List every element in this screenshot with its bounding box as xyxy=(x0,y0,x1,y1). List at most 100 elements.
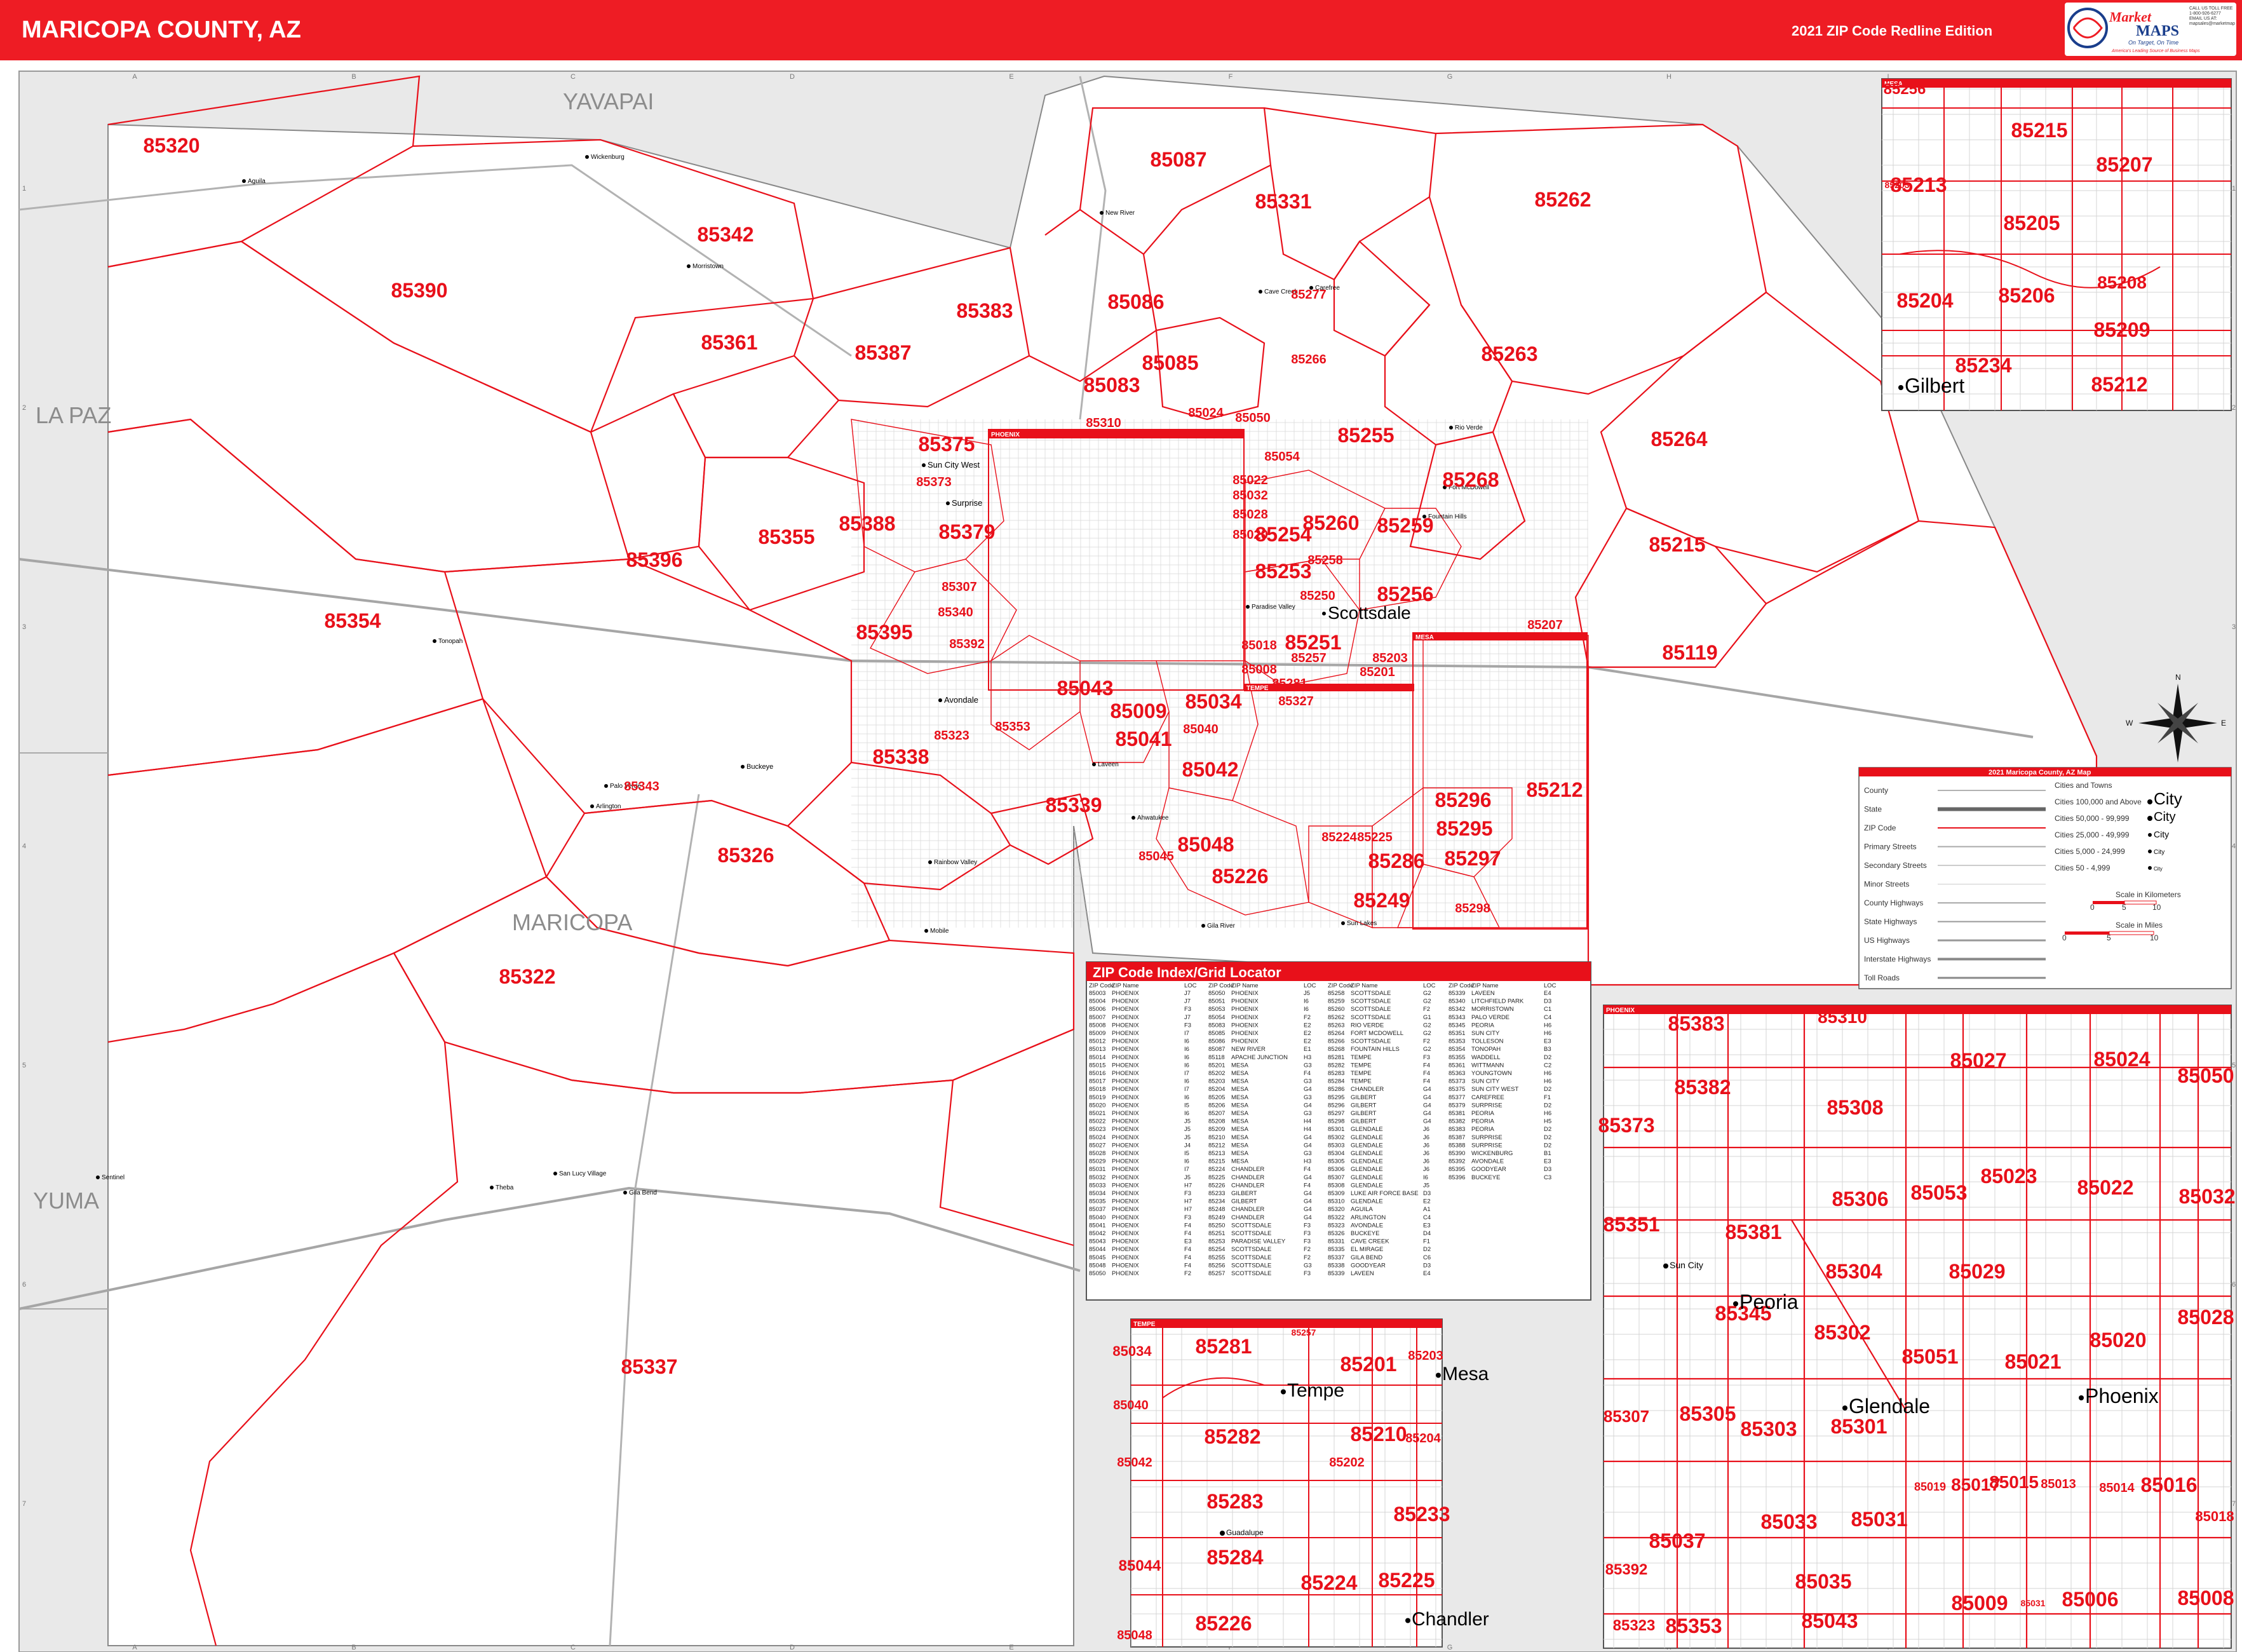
zip-index-name: CHANDLER xyxy=(1231,1174,1264,1181)
inset-zip-label: 85282 xyxy=(1205,1425,1261,1448)
zip-index-loc: F2 xyxy=(1184,1270,1191,1277)
inset-zip-label: 85027 xyxy=(1950,1049,2007,1072)
zip-index-loc: E4 xyxy=(1423,1270,1431,1277)
inset-zip-label: 85215 xyxy=(2011,119,2068,142)
zip-index-name: CHANDLER xyxy=(1351,1086,1384,1093)
zip-index-name: PHOENIX xyxy=(1231,1030,1259,1037)
grid-column-label: B xyxy=(351,73,356,81)
inset-zip-label: 85032 xyxy=(2179,1185,2236,1208)
zip-index-name: GLENDALE xyxy=(1351,1158,1383,1165)
zip-index-code: 85022 xyxy=(1089,1118,1105,1125)
zip-index-loc: J6 xyxy=(1423,1166,1429,1173)
inset-zip-label: 85353 xyxy=(1666,1615,1722,1637)
city-label: Gila River xyxy=(1207,923,1236,930)
zip-label: 85119 xyxy=(1662,641,1717,664)
zip-index-name: YOUNGTOWN xyxy=(1471,1070,1512,1077)
zip-index-loc: F3 xyxy=(1304,1230,1311,1237)
zip-index-header: ZIP Code xyxy=(1328,982,1353,989)
zip-index-code: 85034 xyxy=(1089,1190,1105,1197)
zip-label: 85396 xyxy=(626,548,683,571)
zip-index-loc: F3 xyxy=(1184,1022,1191,1029)
zip-index-name: GOODYEAR xyxy=(1471,1166,1506,1173)
city-label: Tonopah xyxy=(438,638,463,645)
zip-index-code: 85343 xyxy=(1449,1014,1465,1021)
zip-index-loc: D3 xyxy=(1544,1166,1551,1173)
zip-label-small: 85032 xyxy=(1232,489,1268,503)
city-dot-icon xyxy=(1220,1531,1225,1536)
zip-index-name: GILBERT xyxy=(1351,1102,1377,1109)
zip-index-loc: H4 xyxy=(1304,1126,1311,1133)
zip-index-name: AVONDALE xyxy=(1471,1158,1504,1165)
zip-index-code: 85351 xyxy=(1449,1030,1465,1037)
legend-item-label: State xyxy=(1864,805,1882,814)
inset-zip-label: 85210 xyxy=(1351,1423,1407,1446)
zip-index-loc: I6 xyxy=(1184,1062,1189,1069)
inset-phoenix[interactable]: PHOENIX 85310 85383 85027 85024 85050 85382 85… xyxy=(1598,1005,2236,1649)
svg-text:5: 5 xyxy=(2107,933,2111,942)
zip-label-small: 85258 xyxy=(1307,553,1343,567)
zip-index-name: FORT MCDOWELL xyxy=(1351,1030,1403,1037)
zip-index-loc: E2 xyxy=(1304,1022,1311,1029)
zip-index-name: PHOENIX xyxy=(1112,1110,1139,1117)
zip-index-loc: I6 xyxy=(1184,1046,1189,1053)
city-dot-icon xyxy=(2147,816,2152,821)
inset-phoenix-title: PHOENIX xyxy=(1606,1007,1635,1014)
zip-index-code: 85262 xyxy=(1328,1014,1344,1021)
inset-zip-label: 85031 xyxy=(2021,1598,2046,1608)
zip-label: 85268 xyxy=(1443,468,1499,491)
city-dot-icon xyxy=(1259,290,1262,294)
zip-index-loc: J7 xyxy=(1184,1014,1191,1021)
city-label: Rio Verde xyxy=(1455,424,1483,431)
grid-row-label: 3 xyxy=(22,623,26,631)
zip-index-loc: F2 xyxy=(1304,1014,1311,1021)
zip-label: 85034 xyxy=(1185,690,1242,713)
zip-index-code: 85320 xyxy=(1328,1206,1344,1213)
inset-city-label: Guadalupe xyxy=(1226,1528,1264,1537)
zip-index-loc: F3 xyxy=(1304,1270,1311,1277)
map-canvas[interactable]: PHOENIX TEMPE MESA AABBCCDDEEFFGGHHII112… xyxy=(0,0,2242,1652)
zip-label-small: 85201 xyxy=(1360,665,1395,679)
grid-row-label: 2 xyxy=(22,404,26,412)
zip-index-loc: H6 xyxy=(1544,1030,1551,1037)
zip-index-code: 85296 xyxy=(1328,1102,1344,1109)
inset-zip-label: 85373 xyxy=(1598,1114,1655,1137)
zip-label: 85262 xyxy=(1535,188,1591,211)
zip-index-code: 85054 xyxy=(1208,1014,1225,1021)
zip-index-header: ZIP Code xyxy=(1449,982,1474,989)
zip-index-name: AVONDALE xyxy=(1351,1222,1383,1229)
zip-index-loc: D2 xyxy=(1544,1102,1551,1109)
zip-label-small: 85020 xyxy=(1232,528,1268,542)
zip-index-loc: A1 xyxy=(1423,1206,1431,1213)
compass-e: E xyxy=(2221,719,2226,728)
zip-index-name: PALO VERDE xyxy=(1471,1014,1509,1021)
inset-zip-label: 85048 xyxy=(1117,1628,1152,1642)
zip-index-loc: E4 xyxy=(1544,990,1551,997)
zip-index-code: 85256 xyxy=(1208,1262,1225,1269)
zip-index-name: PEORIA xyxy=(1471,1118,1495,1125)
zip-index-loc: G1 xyxy=(1423,1014,1431,1021)
zip-index-loc: D3 xyxy=(1423,1190,1431,1197)
city-label: Paradise Valley xyxy=(1252,604,1295,611)
zip-label: 85326 xyxy=(718,844,774,867)
zip-index-name: PHOENIX xyxy=(1231,1022,1259,1029)
zip-index-name: PHOENIX xyxy=(1112,1182,1139,1189)
inset-gilbert[interactable]: MESA 8521585207852138520585204 8520685208… xyxy=(1881,78,2232,411)
zip-index-name: CHANDLER xyxy=(1231,1182,1264,1189)
zip-index-name: PHOENIX xyxy=(1112,1126,1139,1133)
inset-tempe[interactable]: TEMPE 85034 85281 85201 85203 85040 85282 8521… xyxy=(1112,1318,1489,1648)
city-dot-icon xyxy=(1436,1372,1441,1378)
zip-label: 85087 xyxy=(1151,148,1207,171)
zip-index-code: 85050 xyxy=(1089,1270,1105,1277)
zip-index-loc: F4 xyxy=(1304,1166,1311,1173)
zip-index-loc: F2 xyxy=(1423,1006,1430,1013)
zip-index-loc: H6 xyxy=(1544,1110,1551,1117)
zip-index-code: 85387 xyxy=(1449,1134,1465,1141)
zip-index-code: 85087 xyxy=(1208,1046,1225,1053)
zip-index-name: PHOENIX xyxy=(1231,1006,1259,1013)
zip-index-name: BUCKEYE xyxy=(1351,1230,1379,1237)
zip-label-small: 85373 xyxy=(916,475,952,489)
svg-text:0: 0 xyxy=(2062,933,2067,942)
zip-index-loc: H6 xyxy=(1544,1070,1551,1077)
zip-index-name: GLENDALE xyxy=(1351,1142,1383,1149)
zip-index-name: PHOENIX xyxy=(1112,1134,1139,1141)
